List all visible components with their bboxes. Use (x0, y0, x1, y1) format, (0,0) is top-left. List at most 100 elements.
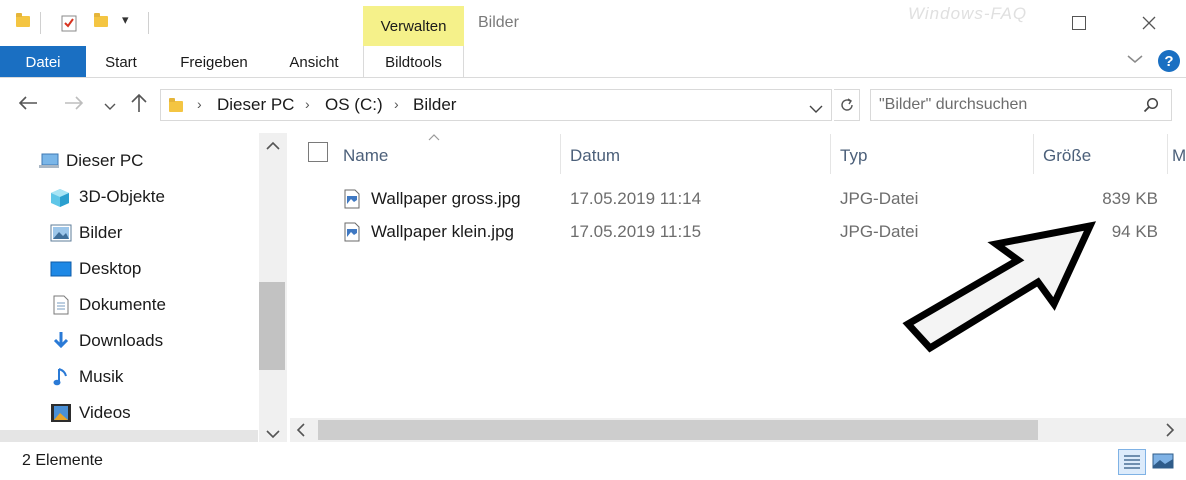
breadcrumb-os-c[interactable]: OS (C:) (325, 95, 383, 115)
nav-item-dieser-pc[interactable]: Dieser PC (0, 143, 258, 179)
chevron-down-icon (1127, 55, 1143, 63)
image-file-icon (344, 222, 360, 247)
nav-item-downloads[interactable]: Downloads (0, 323, 258, 359)
new-folder-icon[interactable] (94, 13, 108, 27)
nav-item-dokumente[interactable]: Dokumente (0, 287, 258, 323)
desktop-icon (50, 260, 72, 278)
navigation-pane: Dieser PC 3D-Objekte Bilder Desktop Doku… (0, 133, 287, 442)
item-count: 2 Elemente (22, 452, 103, 469)
search-box[interactable] (870, 89, 1172, 121)
maximize-icon (1072, 16, 1086, 30)
details-view-button[interactable] (1118, 449, 1146, 475)
address-history-button[interactable] (809, 101, 823, 119)
ribbon-border (0, 77, 1186, 78)
nav-item-partial[interactable] (0, 430, 258, 442)
toolbar-divider (148, 12, 149, 34)
nav-item-label: Dieser PC (66, 151, 144, 170)
nav-item-musik[interactable]: Musik (0, 359, 258, 395)
forward-button[interactable] (64, 94, 84, 117)
annotation-arrow-icon (900, 220, 1100, 365)
chevron-down-icon (809, 105, 823, 113)
chevron-up-icon (266, 141, 280, 150)
nav-item-label: Downloads (79, 331, 164, 350)
tab-bildtools[interactable]: Bildtools (363, 46, 464, 78)
tab-freigeben[interactable]: Freigeben (170, 46, 258, 78)
toolbar-divider (40, 12, 41, 34)
search-icon[interactable] (1143, 97, 1159, 118)
horizontal-scroll-thumb[interactable] (318, 420, 1038, 440)
close-button[interactable] (1136, 10, 1162, 36)
breadcrumb-separator-icon[interactable]: › (305, 96, 310, 112)
scroll-right-button[interactable] (1165, 423, 1175, 442)
breadcrumb-dieser-pc[interactable]: Dieser PC (217, 95, 294, 115)
file-name[interactable]: Wallpaper gross.jpg (371, 182, 521, 215)
address-bar[interactable]: › Dieser PC › OS (C:) › Bilder (160, 89, 832, 121)
music-icon (52, 367, 72, 386)
large-icons-view-icon (1152, 453, 1174, 469)
context-tab-verwalten: Verwalten (363, 6, 464, 46)
nav-item-label: Musik (79, 367, 124, 386)
arrow-right-icon (65, 96, 84, 110)
column-header-date[interactable]: Datum (570, 138, 620, 174)
column-separator[interactable] (560, 134, 561, 174)
chevron-left-icon (296, 423, 305, 437)
file-type: JPG-Datei (840, 188, 919, 208)
column-separator[interactable] (830, 134, 831, 174)
nav-item-label: Bilder (79, 223, 123, 242)
refresh-button[interactable] (834, 89, 860, 121)
column-header-more[interactable]: M (1172, 138, 1186, 174)
nav-item-label: 3D-Objekte (79, 187, 165, 206)
breadcrumb-separator-icon[interactable]: › (197, 96, 202, 112)
expand-ribbon-button[interactable] (1126, 52, 1144, 70)
help-icon[interactable]: ? (1158, 50, 1180, 72)
tab-datei[interactable]: Datei (0, 46, 86, 78)
pictures-icon (50, 224, 72, 242)
column-header-type[interactable]: Typ (840, 138, 867, 174)
file-name[interactable]: Wallpaper klein.jpg (371, 215, 514, 248)
nav-scroll-up-button[interactable] (266, 138, 280, 156)
cube-icon (50, 188, 70, 207)
chevron-down-icon (266, 430, 280, 439)
nav-item-videos[interactable]: Videos (0, 395, 258, 431)
nav-item-bilder[interactable]: Bilder (0, 215, 258, 251)
title-bar: ▾ Verwalten Bilder Windows-FAQ (0, 0, 1186, 46)
sort-ascending-icon (428, 128, 440, 146)
arrow-left-icon (18, 96, 37, 110)
column-header-name[interactable]: Name (343, 138, 388, 174)
breadcrumb-separator-icon[interactable]: › (394, 96, 399, 112)
select-all-checkbox[interactable] (308, 142, 328, 162)
documents-icon (52, 295, 72, 315)
folder-icon[interactable] (16, 13, 30, 27)
refresh-icon (840, 98, 853, 111)
file-date: 17.05.2019 11:15 (570, 221, 702, 241)
column-header-size[interactable]: Größe (1043, 138, 1091, 174)
folder-icon (169, 98, 183, 112)
tab-ansicht[interactable]: Ansicht (278, 46, 350, 78)
videos-icon (50, 403, 71, 422)
recent-locations-button[interactable] (104, 98, 116, 116)
ribbon-tabs: Datei Start Freigeben Ansicht Bildtools … (0, 46, 1186, 78)
customize-quick-access-icon[interactable]: ▾ (122, 12, 129, 28)
column-separator[interactable] (1167, 134, 1168, 174)
table-row[interactable]: Wallpaper gross.jpg 17.05.2019 11:14 JPG… (300, 182, 1166, 215)
column-separator[interactable] (1033, 134, 1034, 174)
large-icons-view-button[interactable] (1150, 449, 1178, 475)
watermark: Windows-FAQ (908, 4, 1028, 23)
search-input[interactable] (879, 90, 1129, 120)
properties-icon[interactable] (61, 14, 77, 32)
nav-item-3d-objekte[interactable]: 3D-Objekte (0, 179, 258, 215)
maximize-button[interactable] (1066, 10, 1092, 36)
image-file-icon (344, 189, 360, 214)
back-button[interactable] (18, 94, 38, 117)
file-size: 839 KB (1102, 188, 1158, 208)
nav-scroll-thumb[interactable] (259, 282, 285, 370)
window-title: Bilder (478, 14, 519, 31)
up-button[interactable] (130, 93, 148, 118)
tab-start[interactable]: Start (92, 46, 150, 78)
chevron-down-icon (104, 103, 116, 110)
nav-item-label: Videos (79, 403, 131, 422)
chevron-right-icon (1166, 423, 1175, 437)
scroll-left-button[interactable] (296, 423, 306, 442)
nav-item-desktop[interactable]: Desktop (0, 251, 258, 287)
breadcrumb-bilder[interactable]: Bilder (413, 95, 456, 115)
